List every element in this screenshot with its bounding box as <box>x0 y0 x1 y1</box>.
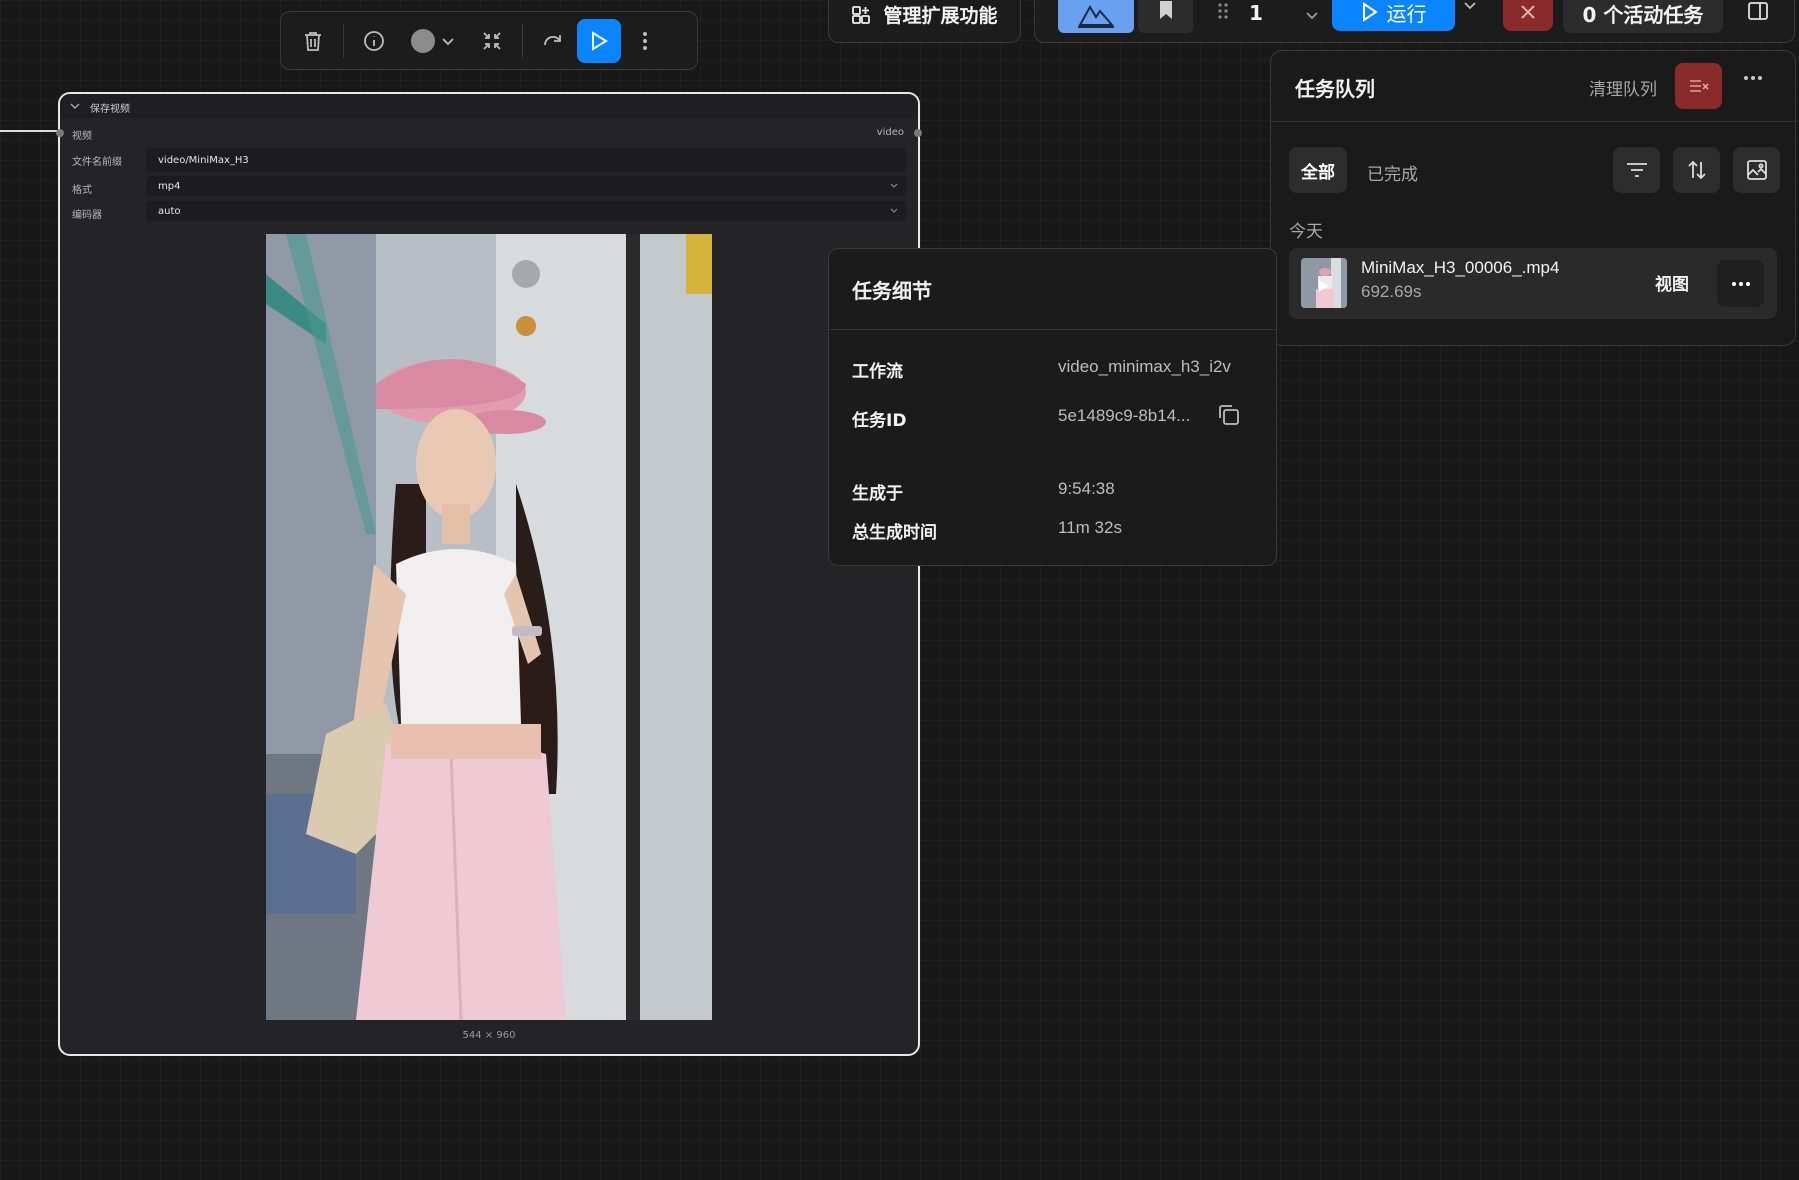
queue-more-icon[interactable] <box>1743 75 1763 81</box>
detail-label: 任务ID <box>852 411 907 431</box>
node-info-button[interactable] <box>352 19 396 63</box>
redo-icon <box>542 30 564 52</box>
manage-extensions-button[interactable]: 管理扩展功能 <box>828 0 1021 43</box>
batch-count-value: 1 <box>1249 1 1263 25</box>
format-select[interactable]: mp4 <box>146 176 906 196</box>
trash-icon <box>303 30 323 52</box>
clear-queue-button[interactable] <box>1675 63 1722 109</box>
detail-label: 生成于 <box>852 484 903 504</box>
collapse-node-button[interactable] <box>470 19 514 63</box>
active-jobs-label: 0 个活动任务 <box>1582 2 1704 27</box>
run-node-button[interactable] <box>577 18 621 63</box>
widget-label: 格式 <box>72 185 92 196</box>
workflow-logo-button[interactable] <box>1058 0 1134 33</box>
section-today: 今天 <box>1289 222 1323 242</box>
input-link-wire <box>0 130 60 132</box>
queue-divider <box>1271 121 1797 122</box>
bypass-node-button[interactable] <box>531 19 575 63</box>
toolbar-separator <box>343 23 344 58</box>
delete-node-button[interactable] <box>291 19 335 63</box>
toolbar-separator <box>522 23 523 58</box>
node-more-button[interactable] <box>623 19 667 63</box>
queue-title: 任务队列 <box>1295 77 1375 101</box>
detail-label: 总生成时间 <box>852 523 937 543</box>
job-duration: 692.69s <box>1361 282 1422 301</box>
widget-label: 编码器 <box>72 210 102 221</box>
gallery-view-button[interactable] <box>1733 147 1780 193</box>
more-horizontal-icon <box>1731 281 1751 287</box>
filename-prefix-value: video/MiniMax_H3 <box>158 154 249 166</box>
tab-all-label: 全部 <box>1301 162 1335 183</box>
task-details-title: 任务细节 <box>852 279 932 303</box>
video-preview[interactable] <box>266 234 712 1020</box>
job-item[interactable]: MiniMax_H3_00006_.mp4 692.69s 视图 <box>1289 248 1777 319</box>
manage-extensions-label: 管理扩展功能 <box>883 5 998 27</box>
output-port[interactable] <box>914 129 922 137</box>
drag-handle-icon[interactable] <box>1217 1 1229 21</box>
filename-prefix-field[interactable]: video/MiniMax_H3 <box>146 148 906 172</box>
bookmark-button[interactable] <box>1138 0 1193 33</box>
job-filename: MiniMax_H3_00006_.mp4 <box>1361 258 1560 277</box>
node-selection-toolbar <box>280 11 698 70</box>
chevron-down-icon <box>890 207 898 215</box>
play-icon <box>589 30 609 52</box>
node-color-picker[interactable] <box>398 19 468 63</box>
copy-icon[interactable] <box>1217 403 1241 427</box>
clear-list-icon <box>1689 78 1709 94</box>
job-thumbnail <box>1301 258 1347 308</box>
run-options-chevron-icon[interactable] <box>1463 1 1477 11</box>
close-icon <box>1520 4 1536 20</box>
workflow-value: video_minimax_h3_i2v <box>1058 357 1231 376</box>
job-view-button[interactable]: 视图 <box>1655 270 1689 295</box>
toggle-panel-icon[interactable] <box>1747 1 1769 21</box>
widget-label: 文件名前缀 <box>72 157 122 168</box>
top-action-bar: 1 运行 0 个活动任务 <box>1034 0 1795 43</box>
node-title: 保存视频 <box>90 104 130 115</box>
codec-value: auto <box>158 205 181 217</box>
clear-queue-label: 清理队列 <box>1589 80 1657 100</box>
input-port-label: 视频 <box>72 131 92 142</box>
generated-at-value: 9:54:38 <box>1058 479 1115 498</box>
details-divider <box>829 329 1276 330</box>
tab-all[interactable]: 全部 <box>1289 147 1347 193</box>
chevron-down-icon[interactable] <box>70 101 80 111</box>
stop-button[interactable] <box>1503 0 1553 31</box>
detail-label: 工作流 <box>852 362 903 382</box>
logo-icon <box>1076 1 1116 29</box>
more-vertical-icon <box>642 31 648 51</box>
job-queue-panel: 任务队列 清理队列 全部 已完成 今天 MiniMax_H3_00006_.mp… <box>1270 50 1797 346</box>
format-value: mp4 <box>158 180 181 192</box>
task-details-popover: 任务细节 工作流 video_minimax_h3_i2v 任务ID 5e148… <box>828 248 1277 566</box>
sort-icon <box>1686 159 1708 181</box>
play-icon <box>1361 2 1379 22</box>
chevron-down-icon <box>441 34 455 48</box>
task-id-value: 5e1489c9-8b14... <box>1058 406 1191 425</box>
filter-icon <box>1626 161 1648 179</box>
chevron-down-icon <box>890 182 898 190</box>
info-icon <box>363 30 385 52</box>
save-video-node[interactable]: 保存视频 视频 video 文件名前缀 video/MiniMax_H3 格式 … <box>56 92 922 1056</box>
filter-button[interactable] <box>1613 147 1660 193</box>
color-dot-icon <box>411 28 435 53</box>
active-jobs-button[interactable]: 0 个活动任务 <box>1563 0 1723 33</box>
image-gallery-icon <box>1746 159 1768 181</box>
preview-dimensions: 544 × 960 <box>462 1030 516 1041</box>
batch-count-input[interactable]: 1 <box>1249 0 1339 33</box>
collapse-icon <box>481 30 503 52</box>
run-label: 运行 <box>1386 1 1427 26</box>
input-port[interactable] <box>56 129 64 137</box>
total-time-value: 11m 32s <box>1058 518 1122 537</box>
bookmark-icon <box>1158 0 1174 20</box>
sort-button[interactable] <box>1673 147 1720 193</box>
batch-count-decrement-icon[interactable] <box>1305 11 1319 21</box>
output-port-label: video <box>876 127 904 138</box>
tab-completed[interactable]: 已完成 <box>1367 160 1418 185</box>
queue-run-button[interactable]: 运行 <box>1332 0 1455 31</box>
node-header[interactable]: 保存视频 <box>60 94 918 118</box>
job-more-button[interactable] <box>1717 260 1764 307</box>
extensions-icon <box>851 5 871 25</box>
codec-select[interactable]: auto <box>146 201 906 221</box>
